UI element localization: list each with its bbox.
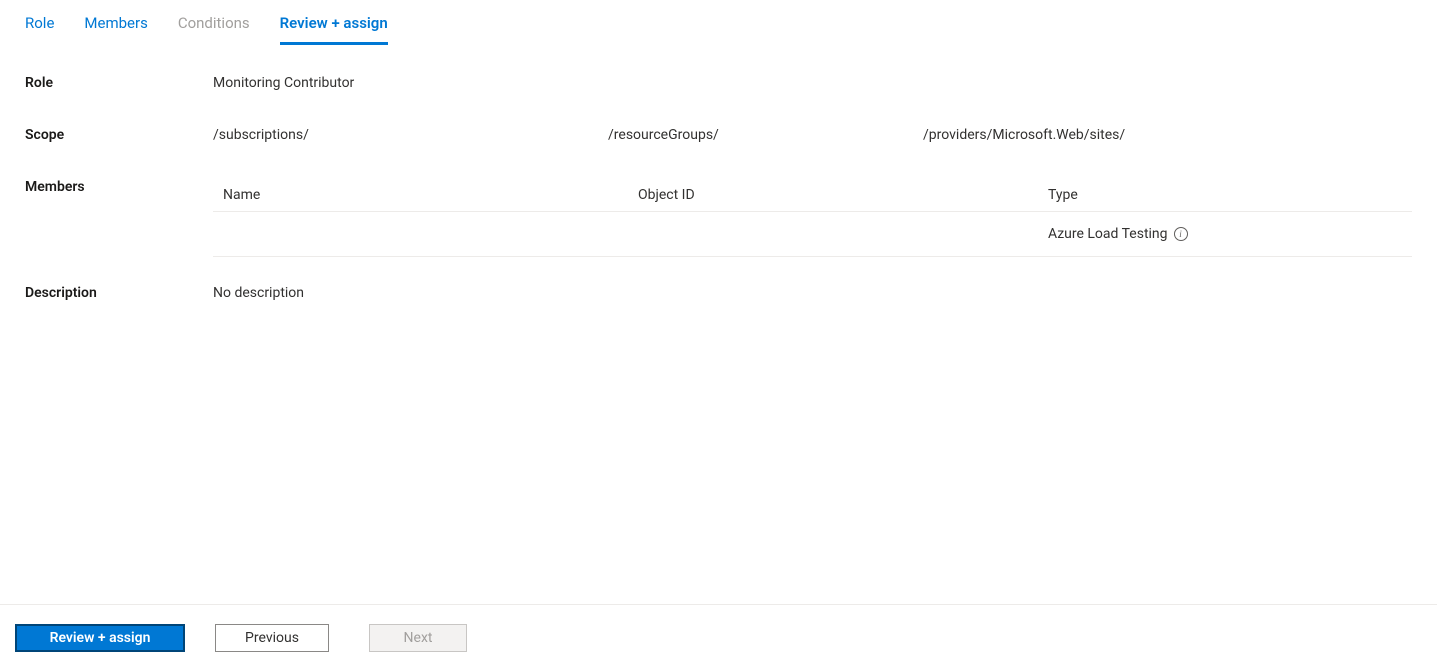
scope-row: Scope /subscriptions/ /resourceGroups/ /… — [25, 127, 1412, 143]
info-icon[interactable]: i — [1174, 227, 1188, 241]
description-label: Description — [25, 285, 213, 301]
description-value: No description — [213, 285, 1412, 301]
scope-subscriptions: /subscriptions/ — [213, 127, 608, 143]
role-value: Monitoring Contributor — [213, 75, 1412, 91]
col-header-name: Name — [223, 187, 638, 203]
role-label: Role — [25, 75, 213, 91]
footer-bar: Review + assign Previous Next — [0, 604, 1437, 671]
previous-button[interactable]: Previous — [215, 624, 329, 652]
cell-type: Azure Load Testing i — [1048, 226, 1402, 242]
members-row: Members Name Object ID Type Azure Load T… — [25, 179, 1412, 257]
description-row: Description No description — [25, 285, 1412, 301]
scope-value: /subscriptions/ /resourceGroups/ /provid… — [213, 127, 1412, 143]
cell-type-text: Azure Load Testing — [1048, 226, 1168, 242]
cell-name — [223, 226, 638, 242]
tab-conditions[interactable]: Conditions — [178, 8, 250, 45]
review-assign-button[interactable]: Review + assign — [15, 624, 185, 652]
cell-object-id — [638, 226, 1048, 242]
tab-role[interactable]: Role — [25, 8, 54, 45]
tab-bar: Role Members Conditions Review + assign — [0, 0, 1437, 45]
tab-members[interactable]: Members — [84, 8, 147, 45]
col-header-object-id: Object ID — [638, 187, 1048, 203]
scope-resource-groups: /resourceGroups/ — [608, 127, 923, 143]
scope-providers: /providers/Microsoft.Web/sites/ — [923, 127, 1412, 143]
review-content: Role Monitoring Contributor Scope /subsc… — [0, 45, 1437, 301]
scope-label: Scope — [25, 127, 213, 143]
next-button: Next — [369, 624, 467, 652]
table-row: Azure Load Testing i — [213, 212, 1412, 257]
tab-review-assign[interactable]: Review + assign — [280, 8, 388, 45]
role-row: Role Monitoring Contributor — [25, 75, 1412, 91]
members-table-container: Name Object ID Type Azure Load Testing i — [213, 179, 1412, 257]
members-label: Members — [25, 179, 213, 195]
col-header-type: Type — [1048, 187, 1402, 203]
members-table: Name Object ID Type Azure Load Testing i — [213, 179, 1412, 257]
members-table-header: Name Object ID Type — [213, 179, 1412, 212]
